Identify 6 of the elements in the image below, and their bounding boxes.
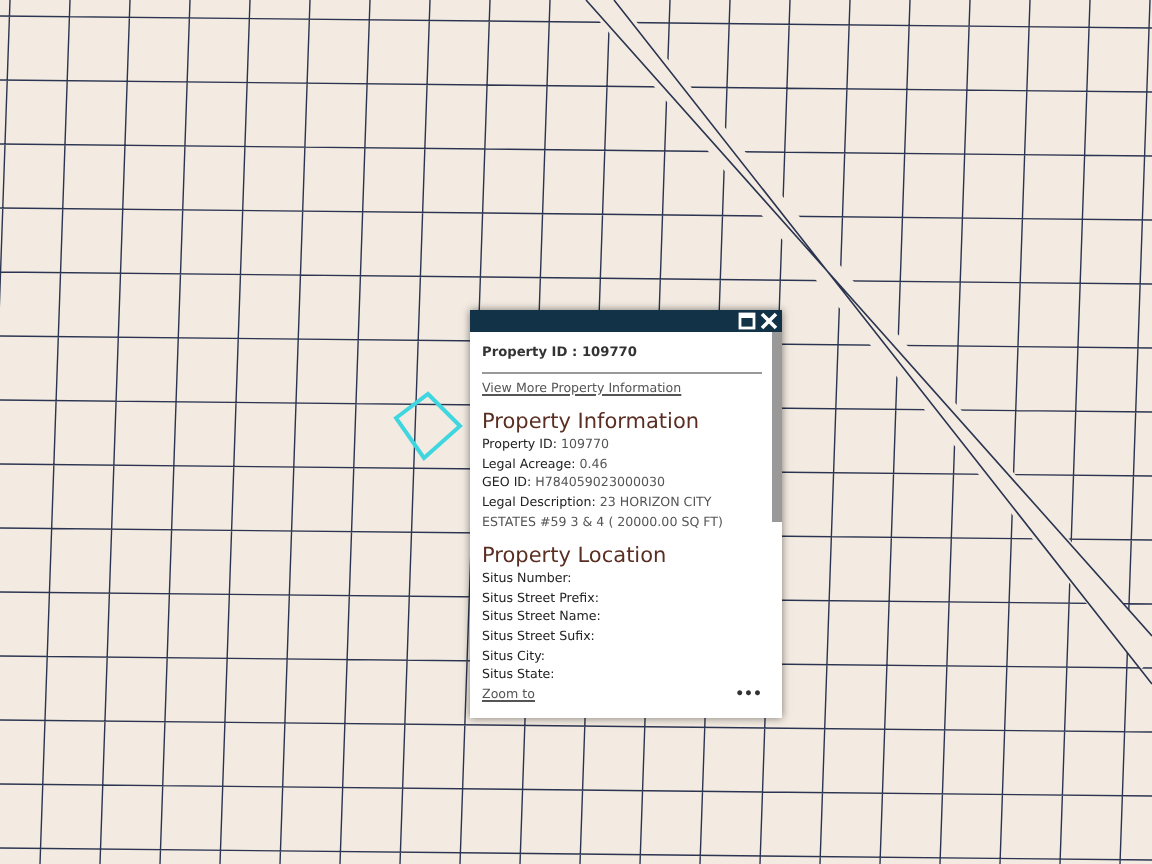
close-icon[interactable] (760, 312, 778, 330)
selected-parcel-outline (392, 390, 464, 462)
maximize-icon[interactable] (738, 312, 756, 330)
section-heading: Property Information (482, 410, 702, 437)
scrollbar[interactable] (772, 332, 782, 522)
section-heading: Property Location (482, 544, 669, 571)
